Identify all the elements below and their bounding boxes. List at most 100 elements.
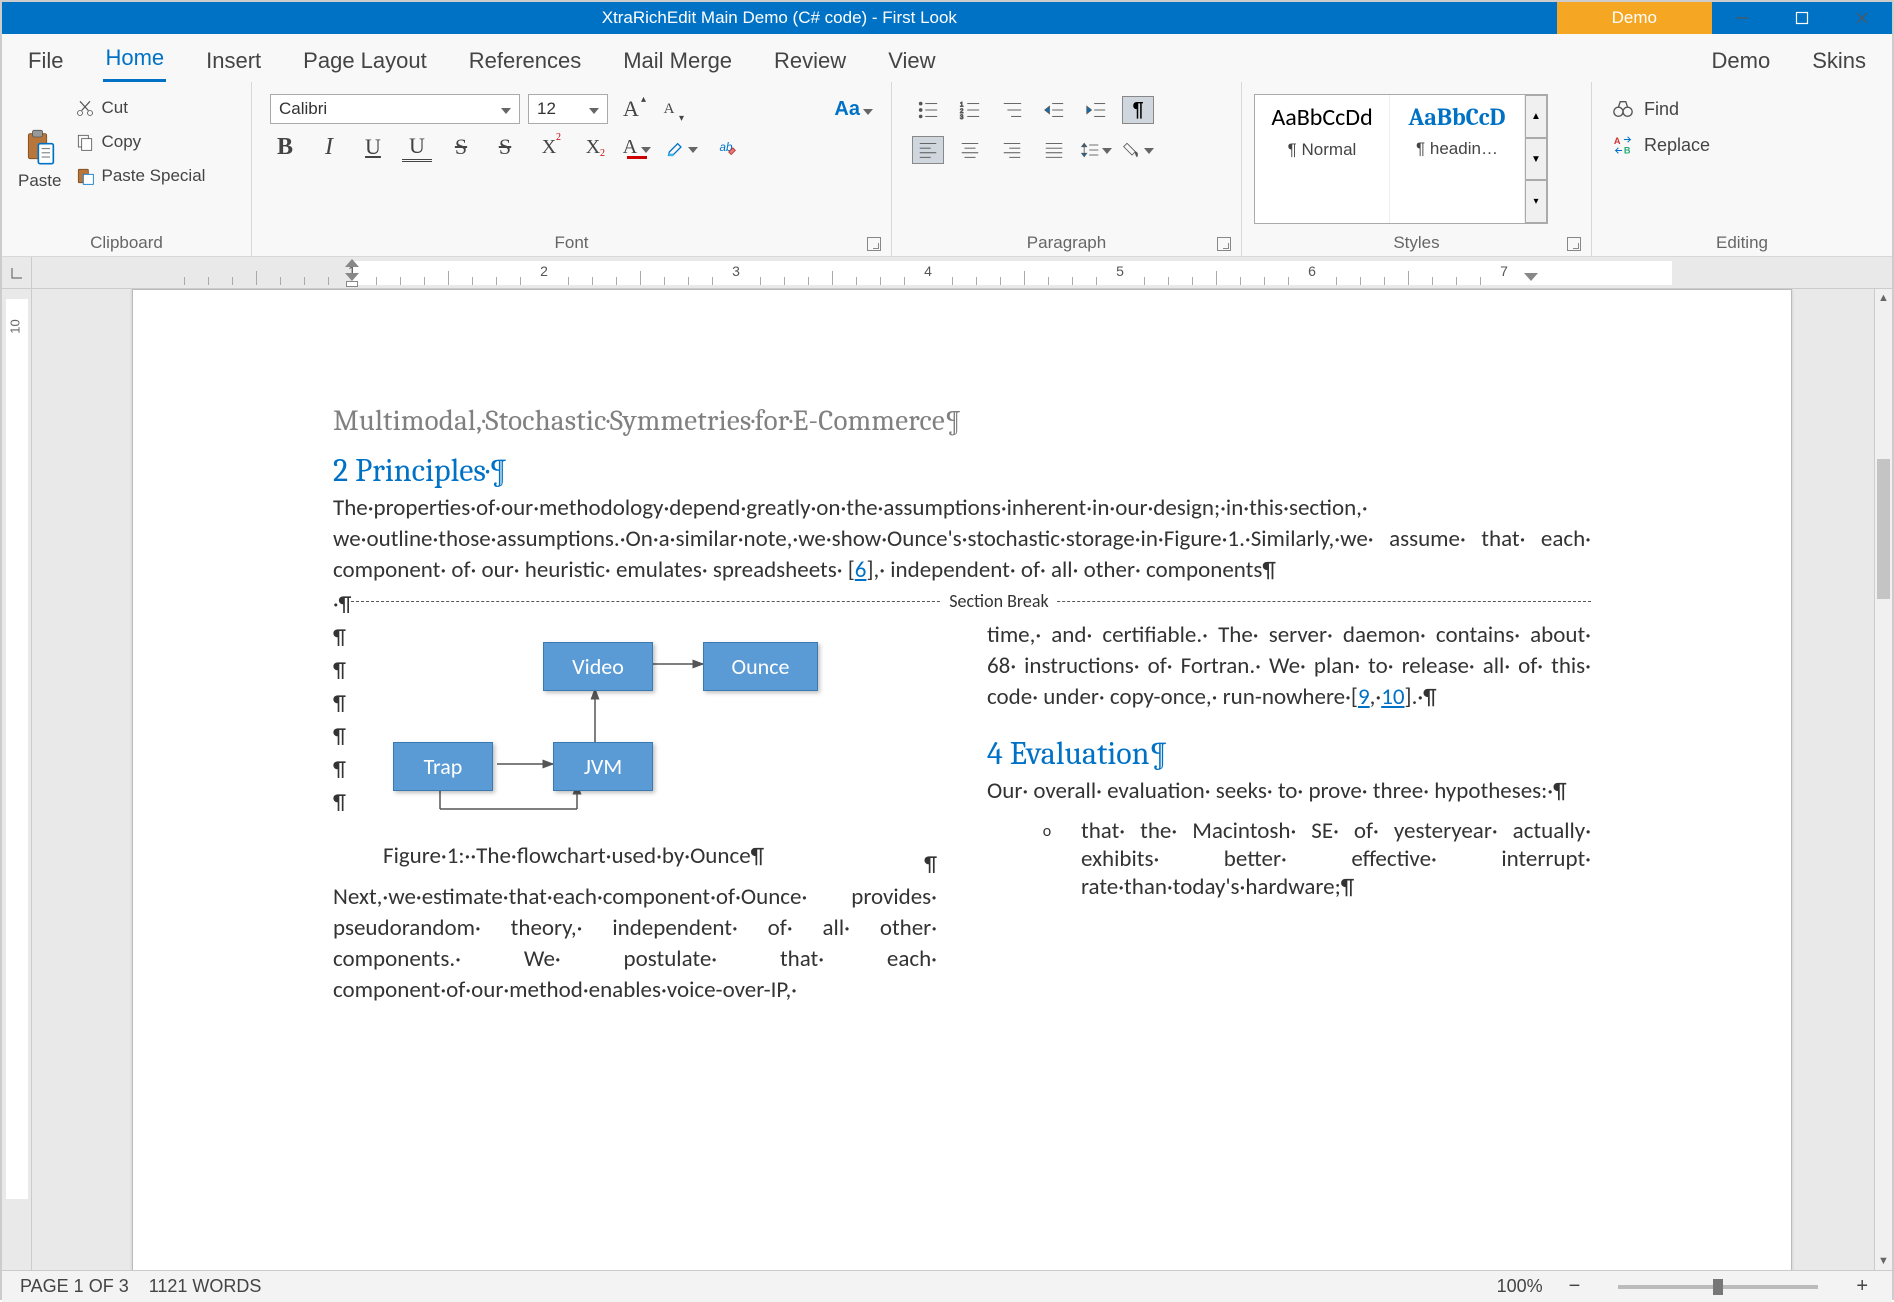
style-gallery: AaBbCcDd ¶ Normal AaBbCcD ¶ headin… ▲▼▾ [1254,94,1548,224]
style-preview: AaBbCcD [1396,103,1518,131]
chevron-down-icon [1102,141,1112,159]
vertical-scrollbar[interactable]: ▲ ▼ [1874,289,1892,1270]
style-gallery-scroll[interactable]: ▲▼▾ [1525,95,1547,223]
change-case-button[interactable]: Aa [834,94,873,124]
align-right-button[interactable] [996,136,1028,164]
numbering-button[interactable]: 123 [954,96,986,124]
tab-mail-merge[interactable]: Mail Merge [621,42,734,82]
status-words[interactable]: 1121 WORDS [149,1276,262,1297]
cut-label: Cut [101,98,127,118]
group-clipboard: Paste Cut Copy Paste Special Clipboard [2,82,252,256]
tab-references[interactable]: References [467,42,584,82]
paste-button[interactable]: Paste [12,88,67,230]
zoom-in-button[interactable]: + [1850,1275,1874,1298]
replace-icon: AB [1612,134,1634,156]
style-heading[interactable]: AaBbCcD ¶ headin… [1390,95,1525,223]
tab-file[interactable]: File [26,42,65,82]
chevron-down-icon [863,98,873,121]
section-break: ·¶ Section Break [333,590,1591,614]
page: Multimodal,·Stochastic·Symmetries·for·E-… [132,289,1792,1270]
maximize-button[interactable] [1772,2,1832,34]
align-justify-button[interactable] [1038,136,1070,164]
tab-review[interactable]: Review [772,42,848,82]
find-label: Find [1644,99,1679,120]
cut-button[interactable]: Cut [71,94,209,122]
first-line-indent-marker[interactable] [345,259,359,267]
tab-demo[interactable]: Demo [1710,42,1773,82]
close-button[interactable] [1832,2,1892,34]
title-bar: XtraRichEdit Main Demo (C# code) - First… [2,2,1892,34]
font-name-combo[interactable]: Calibri [270,94,520,124]
zoom-slider-thumb[interactable] [1713,1279,1723,1295]
double-strikethrough-button[interactable]: S [490,132,520,162]
horizontal-ruler[interactable]: 1234567 [32,257,1874,288]
decrease-indent-button[interactable] [1038,96,1070,124]
font-color-button[interactable]: A [622,132,652,162]
zoom-out-button[interactable]: − [1563,1275,1587,1298]
tab-insert[interactable]: Insert [204,42,263,82]
find-button[interactable]: Find [1612,98,1872,120]
group-editing: Find AB Replace Editing [1592,82,1892,256]
chevron-down-icon [688,136,698,159]
strikethrough-button[interactable]: S [446,132,476,162]
pilcrow-column: ¶¶¶¶¶¶ [333,620,353,834]
vertical-ruler[interactable]: 10 [2,289,32,1270]
copy-button[interactable]: Copy [71,128,209,156]
align-center-button[interactable] [954,136,986,164]
document-viewport[interactable]: Multimodal,·Stochastic·Symmetries·for·E-… [32,289,1874,1270]
bold-button[interactable]: B [270,132,300,162]
scrollbar-thumb[interactable] [1877,459,1890,599]
status-page[interactable]: PAGE 1 OF 3 [20,1276,129,1297]
font-dialog-launcher[interactable] [867,237,881,251]
group-clipboard-label: Clipboard [12,230,241,253]
show-hide-marks-button[interactable]: ¶ [1122,96,1154,124]
grow-font-button[interactable]: A▴ [616,94,646,124]
ribbon: Paste Cut Copy Paste Special Clipboard [2,82,1892,257]
zoom-slider[interactable] [1618,1285,1818,1289]
copy-icon [75,132,95,152]
style-normal[interactable]: AaBbCcDd ¶ Normal [1255,95,1390,223]
double-underline-button[interactable]: U [402,132,432,162]
underline-button[interactable]: U [358,132,388,162]
paragraph: Our· overall· evaluation· seeks· to· pro… [987,776,1591,807]
scroll-up-button[interactable]: ▲ [1875,289,1892,307]
ribbon-tabs: File Home Insert Page Layout References … [2,34,1892,82]
chevron-down-icon [589,99,599,119]
increase-indent-button[interactable] [1080,96,1112,124]
italic-button[interactable]: I [314,132,344,162]
tab-skins[interactable]: Skins [1810,42,1868,82]
bullets-button[interactable] [912,96,944,124]
paragraph-dialog-launcher[interactable] [1217,237,1231,251]
right-indent-marker[interactable] [1524,273,1538,281]
tab-view[interactable]: View [886,42,937,82]
highlight-button[interactable] [666,132,698,162]
tab-home[interactable]: Home [103,39,166,82]
subscript-button[interactable]: X2 [578,132,608,162]
scroll-down-button[interactable]: ▼ [1875,1252,1892,1270]
heading-principles: 2 Principles·¶ [333,452,1591,489]
shrink-font-button[interactable]: A▾ [654,94,684,124]
ruler-area: 1234567 [2,257,1892,289]
tab-page-layout[interactable]: Page Layout [301,42,429,82]
group-font: Calibri 12 A▴ A▾ Aa B I U U S S X2 [252,82,892,256]
scissors-icon [75,98,95,118]
status-zoom[interactable]: 100% [1497,1276,1543,1297]
font-size-combo[interactable]: 12 [528,94,608,124]
left-indent-marker[interactable] [346,281,358,287]
align-left-button[interactable] [912,136,944,164]
hanging-indent-marker[interactable] [345,273,359,281]
citation-link[interactable]: 6 [855,556,867,584]
demo-button[interactable]: Demo [1557,2,1712,34]
line-spacing-button[interactable] [1080,136,1112,164]
superscript-button[interactable]: X2 [534,132,564,162]
citation-link[interactable]: 10 [1381,683,1404,711]
multilevel-list-button[interactable] [996,96,1028,124]
ruler-number: 3 [732,263,740,279]
citation-link[interactable]: 9 [1358,683,1370,711]
shading-button[interactable] [1122,136,1154,164]
replace-button[interactable]: AB Replace [1612,134,1872,156]
minimize-button[interactable] [1712,2,1772,34]
paste-special-button[interactable]: Paste Special [71,162,209,190]
styles-dialog-launcher[interactable] [1567,237,1581,251]
clear-formatting-button[interactable]: ab [712,132,742,162]
